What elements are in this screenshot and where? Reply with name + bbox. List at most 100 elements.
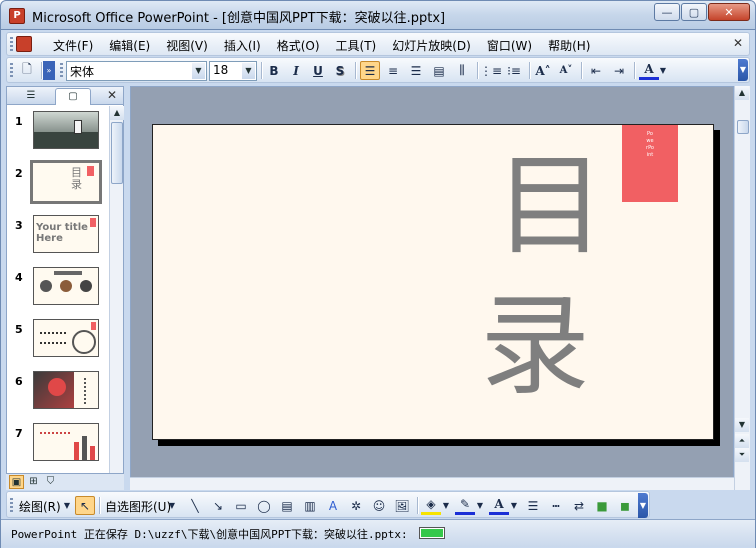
toolbar-options-chevron[interactable]: ▼ — [638, 493, 648, 518]
menu-tools[interactable]: 工具(T) — [328, 37, 385, 54]
slide-sorter-icon[interactable]: ⊞ — [26, 475, 41, 489]
pane-close-button[interactable]: ✕ — [107, 88, 117, 102]
thumbnail-person[interactable] — [33, 371, 99, 409]
distribute-icon[interactable]: ▤ — [429, 61, 449, 80]
increase-font-icon[interactable]: A˄ — [533, 61, 553, 80]
picture-icon[interactable]: 🖼 — [392, 496, 412, 515]
decrease-font-icon[interactable]: A˅ — [556, 61, 576, 80]
font-name-combo[interactable]: 宋体 ▼ — [66, 61, 207, 81]
numbered-list-icon[interactable]: ⋮≡ — [480, 61, 502, 80]
chevron-down-icon[interactable]: ▼ — [167, 496, 177, 515]
scroll-thumb[interactable] — [737, 120, 749, 134]
maximize-button[interactable]: ▢ — [681, 3, 707, 21]
thumbnail-icons[interactable] — [33, 319, 99, 357]
minimize-button[interactable]: — — [654, 3, 680, 21]
thumbnail-row[interactable]: 7 — [7, 421, 107, 465]
wordart-icon[interactable]: A — [323, 496, 343, 515]
thumbnail-row[interactable]: 5 — [7, 317, 107, 361]
align-left-icon[interactable]: ☰ — [360, 61, 380, 80]
line-color-icon[interactable]: ✎ — [455, 496, 475, 515]
slide-editing-area[interactable]: PowerPoint 目 录 — [130, 86, 734, 490]
shadow-button[interactable]: S — [330, 61, 350, 80]
slide-title-char-1[interactable]: 目 — [495, 151, 605, 261]
select-pointer-icon[interactable]: ↖ — [75, 496, 95, 515]
align-right-icon[interactable]: ☰ — [406, 61, 426, 80]
powerpoint-app-icon[interactable]: P — [9, 8, 25, 24]
bold-button[interactable]: B — [264, 61, 284, 80]
thumbnail-circles[interactable] — [33, 267, 99, 305]
thumbnail-bars[interactable] — [33, 423, 99, 461]
arrow-tool-icon[interactable]: ↘ — [208, 496, 228, 515]
close-button[interactable]: ✕ — [708, 3, 750, 21]
line-tool-icon[interactable]: ╲ — [185, 496, 205, 515]
italic-button[interactable]: I — [286, 61, 306, 80]
new-document-icon[interactable]: 🗋 — [17, 61, 37, 80]
bullet-list-icon[interactable]: ⁝≡ — [504, 61, 524, 80]
scroll-up-icon[interactable]: ▲ — [110, 106, 124, 120]
chevron-down-icon[interactable]: ▼ — [192, 63, 205, 79]
menu-edit[interactable]: 编辑(E) — [101, 37, 158, 54]
font-color-icon[interactable]: A — [639, 61, 659, 80]
toolbar-options-chevron[interactable]: » — [43, 61, 55, 80]
scroll-down-icon[interactable]: ▼ — [735, 418, 749, 432]
tab-slides[interactable]: ▢ — [55, 88, 91, 105]
thumbnail-text[interactable]: Your title Here — [33, 215, 99, 253]
draw-menu-button[interactable]: 绘图(R) — [19, 498, 61, 515]
scroll-up-icon[interactable]: ▲ — [735, 86, 749, 100]
shadow-style-icon[interactable]: ■ — [592, 496, 612, 515]
chevron-down-icon[interactable]: ▼ — [509, 496, 519, 515]
toolbar-grip[interactable] — [10, 63, 13, 78]
dash-style-icon[interactable]: ┅ — [546, 496, 566, 515]
3d-style-icon[interactable]: ◼ — [615, 496, 635, 515]
font-color-icon[interactable]: A — [489, 496, 509, 515]
current-slide[interactable]: PowerPoint 目 录 — [152, 124, 714, 440]
slide-vertical-scrollbar[interactable]: ▲ ▼ ⏶ ⏷ — [734, 86, 750, 490]
tab-outline[interactable]: ☰ — [13, 88, 49, 105]
next-slide-icon[interactable]: ⏷ — [735, 448, 749, 462]
toolbar-grip[interactable] — [60, 63, 63, 78]
chevron-down-icon[interactable]: ▼ — [242, 63, 255, 79]
slide-title-char-2[interactable]: 录 — [480, 291, 590, 401]
menu-help[interactable]: 帮助(H) — [540, 37, 598, 54]
menu-window[interactable]: 窗口(W) — [479, 37, 540, 54]
vertical-textbox-icon[interactable]: ▥ — [300, 496, 320, 515]
menu-format[interactable]: 格式(O) — [269, 37, 328, 54]
diagram-icon[interactable]: ✲ — [346, 496, 366, 515]
chevron-down-icon[interactable]: ▼ — [658, 61, 668, 80]
normal-view-icon[interactable]: ▣ — [9, 475, 24, 489]
thumbnail-row[interactable]: 3 Your title Here — [7, 213, 107, 257]
thumbnail-selected[interactable]: 目录 — [30, 160, 102, 204]
menu-view[interactable]: 视图(V) — [158, 37, 216, 54]
increase-indent-icon[interactable]: ⇥ — [609, 61, 629, 80]
column-align-icon[interactable]: ⫼ — [452, 61, 472, 80]
thumbnail-row[interactable]: 2 目录 — [7, 160, 107, 205]
chevron-down-icon[interactable]: ▼ — [441, 496, 451, 515]
previous-slide-icon[interactable]: ⏶ — [735, 434, 749, 448]
chevron-down-icon[interactable]: ▼ — [62, 496, 72, 515]
thumbnail-scrollbar[interactable]: ▲ ▼ — [109, 106, 124, 490]
thumbnail-row[interactable]: 4 — [7, 265, 107, 309]
document-icon[interactable] — [16, 36, 32, 52]
menu-insert[interactable]: 插入(I) — [216, 37, 269, 54]
thumbnail-row[interactable]: 6 — [7, 369, 107, 413]
clipart-icon[interactable]: ☺ — [369, 496, 389, 515]
autoshapes-menu-button[interactable]: 自选图形(U) — [105, 498, 171, 515]
decrease-indent-icon[interactable]: ⇤ — [586, 61, 606, 80]
toolbar-options-chevron[interactable]: ▼ — [738, 59, 748, 81]
textbox-tool-icon[interactable]: ▤ — [277, 496, 297, 515]
chevron-down-icon[interactable]: ▼ — [475, 496, 485, 515]
menu-file[interactable]: 文件(F) — [45, 37, 101, 54]
menu-slideshow[interactable]: 幻灯片放映(D) — [384, 37, 479, 54]
font-size-combo[interactable]: 18 ▼ — [209, 61, 257, 81]
document-close-button[interactable]: ✕ — [733, 36, 743, 50]
scroll-thumb[interactable] — [111, 122, 123, 184]
thumbnail-landscape[interactable] — [33, 111, 99, 149]
thumbnail-row[interactable]: 1 — [7, 109, 107, 153]
line-style-icon[interactable]: ☰ — [523, 496, 543, 515]
rectangle-tool-icon[interactable]: ▭ — [231, 496, 251, 515]
underline-button[interactable]: U — [308, 61, 328, 80]
arrow-style-icon[interactable]: ⇄ — [569, 496, 589, 515]
oval-tool-icon[interactable]: ◯ — [254, 496, 274, 515]
toolbar-grip[interactable] — [10, 498, 13, 513]
menu-grip[interactable] — [10, 37, 13, 51]
